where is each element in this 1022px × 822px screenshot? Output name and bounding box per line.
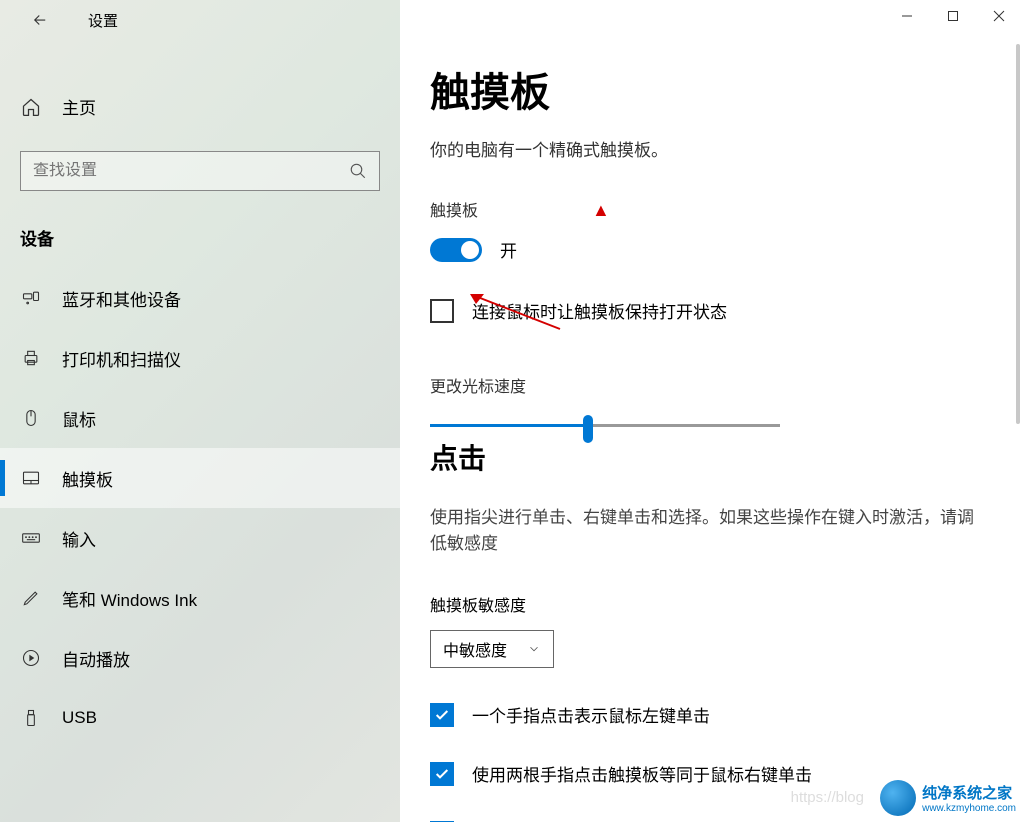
page-subtitle: 你的电脑有一个精确式触摸板。 (430, 136, 1022, 161)
toggle-state-label: 开 (500, 237, 517, 262)
home-icon (21, 97, 41, 117)
typing-icon (20, 528, 42, 548)
tap-check-label: 一个手指点击表示鼠标左键单击 (472, 702, 710, 727)
nav-list: 蓝牙和其他设备打印机和扫描仪鼠标触摸板输入笔和 Windows Ink 自动播放 U… (0, 268, 400, 748)
touchpad-icon (20, 468, 42, 488)
maximize-icon (947, 10, 959, 22)
back-button[interactable] (20, 0, 60, 40)
sidebar-item-label: 蓝牙和其他设备 (62, 286, 181, 311)
toggle-knob (461, 241, 479, 259)
touchpad-toggle-row: 开 (430, 237, 1022, 262)
tap-heading: 点击 (430, 437, 1022, 477)
watermark-url: www.kzmyhome.com (922, 803, 1016, 814)
minimize-icon (901, 10, 913, 22)
keep-on-mouse-label: 连接鼠标时让触摸板保持打开状态 (472, 298, 727, 323)
window-controls (884, 0, 1022, 32)
back-arrow-icon (31, 11, 49, 29)
sidebar-item-touchpad[interactable]: 触摸板 (0, 448, 400, 508)
touchpad-label: 触摸板 (430, 197, 1022, 221)
sidebar-item-home[interactable]: 主页 (0, 80, 400, 133)
sensitivity-dropdown[interactable]: 中敏感度 (430, 630, 554, 668)
page-title: 触摸板 (430, 60, 1022, 118)
touchpad-toggle[interactable] (430, 238, 482, 262)
sidebar: 设置 主页 设备 蓝牙和其他设备打印机和扫描仪鼠标触摸板输入笔和 Windows… (0, 0, 400, 822)
sidebar-item-mouse[interactable]: 鼠标 (0, 388, 400, 448)
watermark-brand: 纯净系统之家 (922, 785, 1012, 802)
sidebar-item-label: 触摸板 (62, 466, 113, 491)
close-icon (993, 10, 1005, 22)
scrollbar[interactable] (1016, 44, 1020, 424)
sidebar-header: 设置 (0, 0, 400, 40)
sidebar-item-label: 输入 (62, 526, 96, 551)
sidebar-item-label: 打印机和扫描仪 (62, 346, 181, 371)
search-icon (349, 162, 367, 180)
pen-icon (20, 588, 42, 608)
tap-check-label: 使用两根手指点击触摸板等同于鼠标右键单击 (472, 761, 812, 786)
keep-on-mouse-checkbox-row: 连接鼠标时让触摸板保持打开状态 (430, 298, 1022, 323)
tap-checkbox-0[interactable] (430, 703, 454, 727)
minimize-button[interactable] (884, 0, 930, 32)
close-button[interactable] (976, 0, 1022, 32)
sidebar-item-label: 鼠标 (62, 406, 96, 431)
search-box[interactable] (20, 151, 380, 191)
sidebar-item-bluetooth[interactable]: 蓝牙和其他设备 (0, 268, 400, 328)
sidebar-item-label: 自动播放 (62, 646, 130, 671)
settings-title: 设置 (88, 10, 118, 31)
watermark-logo: 纯净系统之家 www.kzmyhome.com (880, 780, 1016, 816)
content-area: 触摸板 你的电脑有一个精确式触摸板。 触摸板 开 连接鼠标时让触摸板保持打开状态… (400, 0, 1022, 822)
autoplay-icon (20, 648, 42, 668)
home-label: 主页 (62, 94, 96, 119)
sidebar-item-printers[interactable]: 打印机和扫描仪 (0, 328, 400, 388)
sidebar-item-label: USB (62, 708, 97, 728)
bluetooth-icon (20, 288, 42, 308)
tap-description: 使用指尖进行单击、右键单击和选择。如果这些操作在键入时激活，请调低敏感度 (430, 505, 990, 556)
printers-icon (20, 348, 42, 368)
mouse-icon (20, 408, 42, 428)
watermark-text: https://blog (791, 789, 864, 806)
annotation-marker-icon: ▲ (592, 200, 610, 221)
sidebar-item-pen[interactable]: 笔和 Windows Ink (0, 568, 400, 628)
sidebar-item-autoplay[interactable]: 自动播放 (0, 628, 400, 688)
sidebar-item-usb[interactable]: USB (0, 688, 400, 748)
cursor-speed-label: 更改光标速度 (430, 373, 1022, 397)
dropdown-value: 中敏感度 (443, 637, 507, 661)
sidebar-item-label: 笔和 Windows Ink (62, 586, 197, 611)
logo-ball-icon (880, 780, 916, 816)
search-input[interactable] (33, 162, 349, 180)
tap-checkbox-1[interactable] (430, 762, 454, 786)
usb-icon (20, 708, 42, 728)
sensitivity-label: 触摸板敏感度 (430, 592, 1022, 616)
slider-fill (430, 424, 588, 427)
tap-check-row-0: 一个手指点击表示鼠标左键单击 (430, 702, 1022, 727)
chevron-down-icon (527, 642, 541, 656)
maximize-button[interactable] (930, 0, 976, 32)
slider-thumb[interactable] (583, 415, 593, 443)
keep-on-mouse-checkbox[interactable] (430, 299, 454, 323)
group-title: 设备 (20, 225, 400, 250)
sidebar-item-typing[interactable]: 输入 (0, 508, 400, 568)
